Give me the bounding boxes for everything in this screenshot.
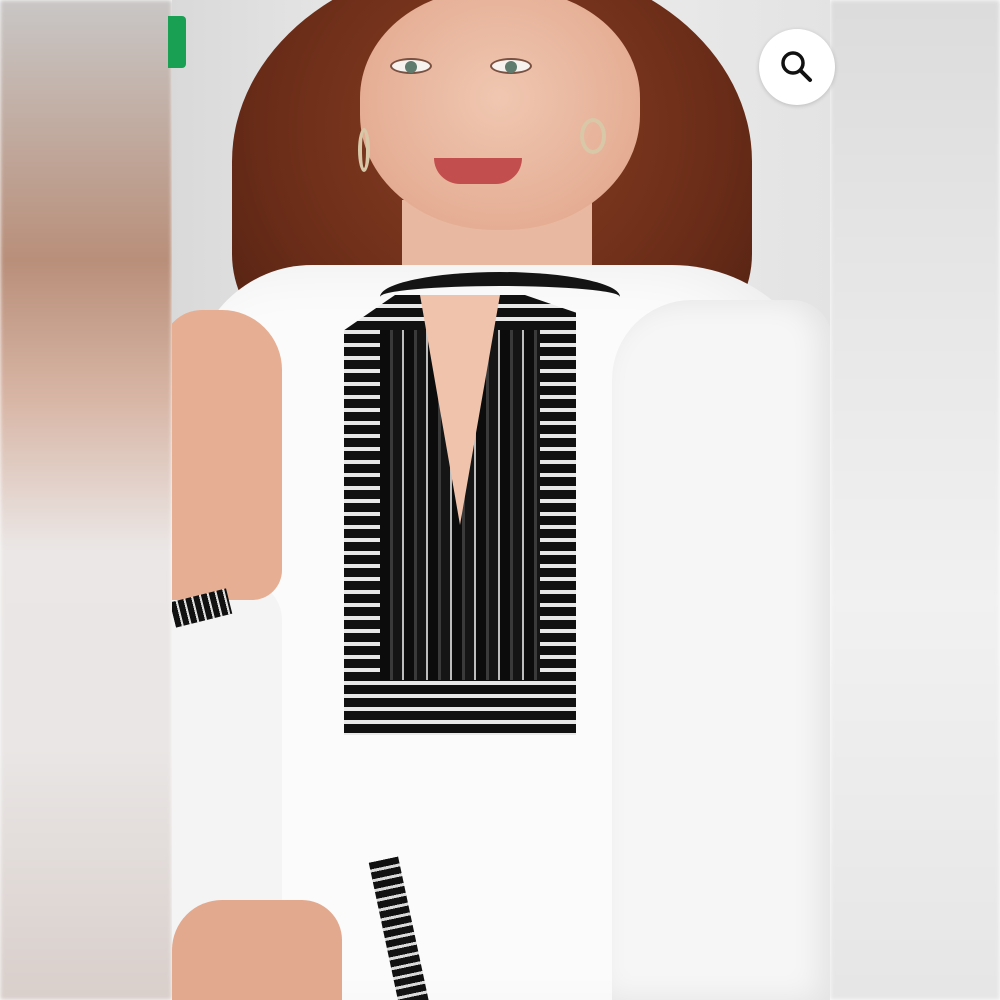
green-badge[interactable] bbox=[168, 16, 186, 68]
blurred-background-left bbox=[0, 0, 172, 1000]
search-icon bbox=[781, 51, 812, 82]
blurred-background-right bbox=[830, 0, 1000, 1000]
product-photo[interactable] bbox=[172, 0, 830, 1000]
zoom-search-button[interactable] bbox=[759, 29, 835, 105]
image-viewer bbox=[0, 0, 1000, 1000]
